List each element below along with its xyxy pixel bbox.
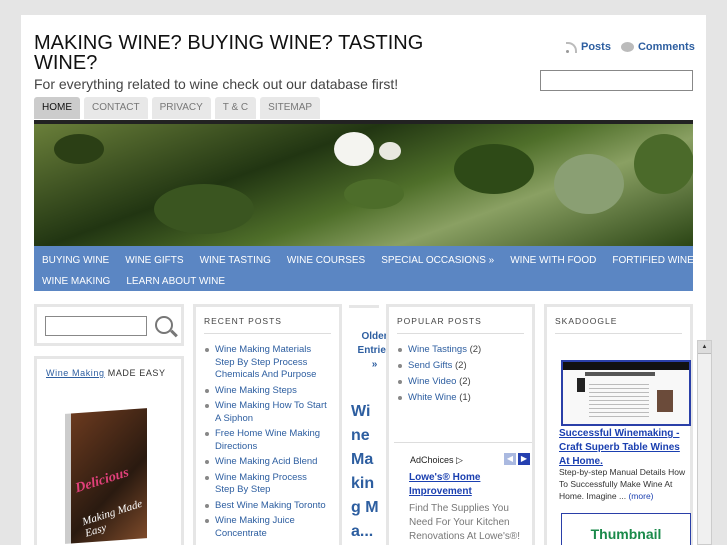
prev-arrow-icon[interactable]: ◀ (504, 453, 516, 465)
popular-link[interactable]: White Wine (408, 392, 457, 403)
cat-wine-tasting[interactable]: WINE TASTING (192, 255, 279, 266)
recent-posts-heading: RECENT POSTS (204, 316, 282, 326)
sidebar-ad-rest: MADE EASY (104, 368, 166, 378)
post-title[interactable]: Wine Making Ma... (351, 400, 379, 544)
main-column: Older Entries » Wine Making Ma... (349, 305, 391, 545)
tab-terms[interactable]: T & C (214, 97, 257, 119)
cat-buying-wine[interactable]: BUYING WINE (34, 255, 117, 266)
list-item[interactable]: Free Home Wine Making Directions (204, 428, 329, 453)
post-count: (2) (459, 376, 471, 387)
cat-special-occasions[interactable]: SPECIAL OCCASIONS » (373, 255, 502, 266)
skadoogle-text: Step-by-step Manual Details How To Succe… (559, 466, 694, 502)
tab-home[interactable]: HOME (34, 97, 80, 119)
thumbnail-box[interactable]: Thumbnail (561, 513, 691, 545)
search-icon[interactable] (155, 316, 173, 334)
popular-posts-list: Wine Tastings (2) Send Gifts (2) Wine Vi… (397, 344, 481, 408)
divider (555, 333, 682, 334)
feed-links: Posts Comments (566, 41, 695, 53)
ad-screenshot[interactable] (561, 360, 691, 426)
cat-fortified-wine[interactable]: FORTIFIED WINE (604, 255, 701, 266)
category-nav: BUYING WINE WINE GIFTS WINE TASTING WINE… (34, 246, 694, 291)
recent-posts-list: Wine Making Materials Step By Step Proce… (204, 344, 329, 543)
post-count: (2) (469, 344, 482, 355)
list-item[interactable]: Wine Making Juice Concentrate (204, 515, 329, 540)
post-count: (1) (459, 392, 471, 403)
list-item[interactable]: Wine Making How To Start A Siphon (204, 400, 329, 425)
skadoogle-heading: SKADOOGLE (555, 316, 618, 326)
adchoices-label[interactable]: AdChoices ▷ (410, 455, 463, 466)
book-title: Delicious (73, 465, 131, 497)
tab-privacy[interactable]: PRIVACY (151, 97, 211, 119)
post-count: (2) (455, 360, 467, 371)
next-arrow-icon[interactable]: ▶ (518, 453, 530, 465)
page-tabs: HOME CONTACT PRIVACY T & C SITEMAP (34, 97, 321, 119)
cat-wine-courses[interactable]: WINE COURSES (279, 255, 373, 266)
header-image (34, 120, 693, 246)
divider (397, 333, 524, 334)
cat-wine-gifts[interactable]: WINE GIFTS (117, 255, 191, 266)
book-subtitle: Making Made Easy (81, 497, 144, 540)
posts-feed-label: Posts (581, 41, 611, 53)
more-link[interactable]: (more) (628, 491, 653, 501)
sidebar-search (34, 304, 184, 346)
comments-feed-link[interactable]: Comments (620, 41, 695, 53)
site-title[interactable]: MAKING WINE? BUYING WINE? TASTING WINE? (34, 33, 434, 73)
site-tagline: For everything related to wine check out… (34, 76, 399, 92)
popular-link[interactable]: Send Gifts (408, 360, 452, 371)
cat-wine-making[interactable]: WINE MAKING (34, 276, 118, 287)
list-item[interactable]: Wine Tastings (2) (397, 344, 481, 356)
sidebar-ad: Wine Making MADE EASY Delicious Making M… (34, 356, 184, 545)
posts-feed-link[interactable]: Posts (566, 41, 611, 53)
list-item[interactable]: Best Wine Making Toronto (204, 500, 329, 513)
rss-icon (566, 41, 577, 53)
ad-text: Find The Supplies You Need For Your Kitc… (409, 503, 521, 542)
divider (204, 333, 331, 334)
list-item[interactable]: Send Gifts (2) (397, 360, 481, 372)
text-ad: AdChoices ▷ ◀ ▶ Lowe's® Home Improvement… (394, 442, 532, 545)
skadoogle-desc: Step-by-step Manual Details How To Succe… (559, 467, 686, 501)
cat-wine-with-food[interactable]: WINE WITH FOOD (502, 255, 604, 266)
cat-learn-about-wine[interactable]: LEARN ABOUT WINE (118, 276, 233, 287)
wine-making-link[interactable]: Wine Making (46, 368, 105, 378)
skadoogle-link[interactable]: Successful Winemaking - Craft Superb Tab… (559, 427, 691, 469)
adchoices-text: AdChoices (410, 455, 454, 465)
book-image[interactable]: Delicious Making Made Easy (65, 408, 147, 544)
tab-contact[interactable]: CONTACT (84, 97, 148, 119)
scroll-up-icon[interactable]: ▲ (698, 341, 711, 354)
popular-link[interactable]: Wine Tastings (408, 344, 467, 355)
list-item[interactable]: Wine Making Steps (204, 385, 329, 398)
popular-link[interactable]: Wine Video (408, 376, 456, 387)
popular-posts-heading: POPULAR POSTS (397, 316, 482, 326)
sidebar-ad-title: Wine Making MADE EASY (46, 368, 166, 378)
ad-pager: ◀ ▶ (504, 453, 530, 465)
list-item[interactable]: Wine Making Materials Step By Step Proce… (204, 344, 329, 382)
list-item[interactable]: Wine Making Acid Blend (204, 456, 329, 469)
scrollbar[interactable]: ▲ (697, 340, 712, 545)
list-item[interactable]: White Wine (1) (397, 392, 481, 404)
tab-sitemap[interactable]: SITEMAP (260, 97, 321, 119)
list-item[interactable]: Wine Making Process Step By Step (204, 472, 329, 497)
ad-link[interactable]: Lowe's® Home Improvement (409, 471, 519, 499)
sidebar-search-input[interactable] (45, 316, 147, 336)
comments-feed-label: Comments (637, 41, 695, 53)
skadoogle-widget: SKADOOGLE Successful Winemaking - Craft … (544, 304, 693, 545)
header-search-input[interactable] (540, 70, 693, 91)
comment-icon (620, 42, 634, 52)
recent-posts-widget: RECENT POSTS Wine Making Materials Step … (193, 304, 342, 545)
list-item[interactable]: Wine Video (2) (397, 376, 481, 388)
